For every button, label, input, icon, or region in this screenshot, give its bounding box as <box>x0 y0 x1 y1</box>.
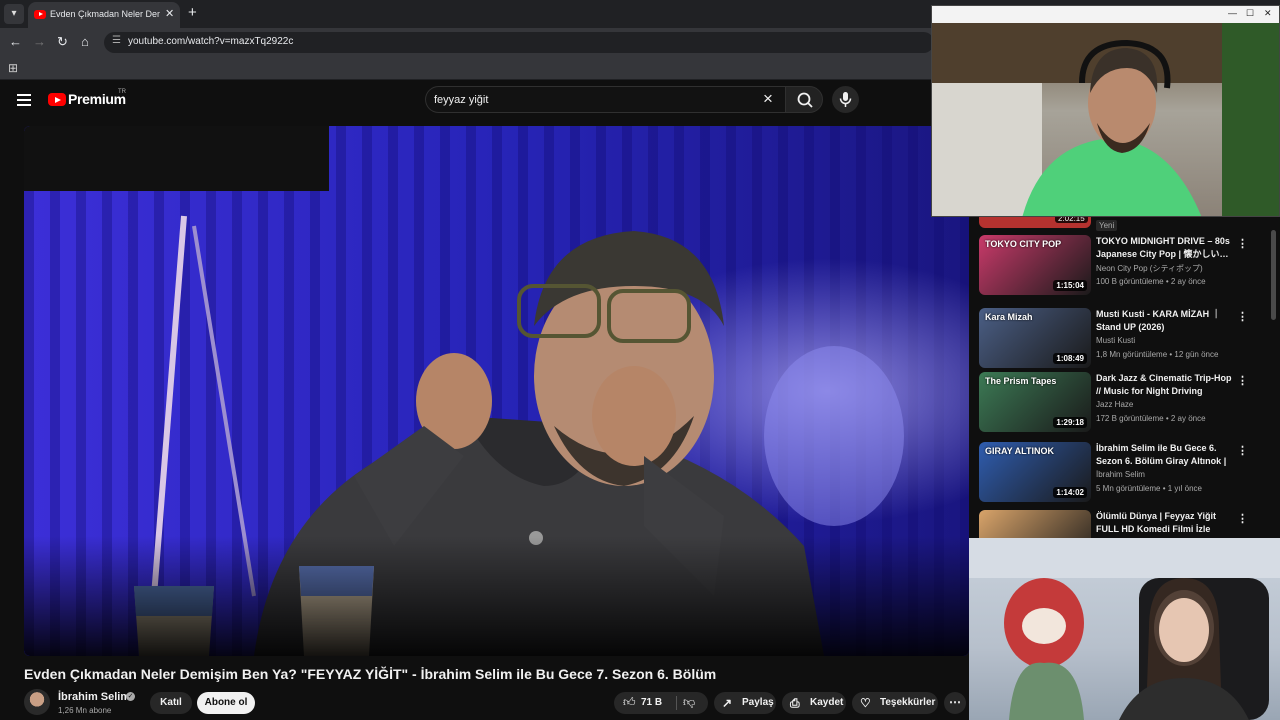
minimize-icon[interactable]: — <box>1228 8 1237 18</box>
recommendation-meta: 100 B görüntüleme • 2 ay önce <box>1096 277 1206 286</box>
mic-icon <box>839 92 852 107</box>
search-icon <box>797 92 813 108</box>
recommendation-thumbnail[interactable]: GIRAY ALTINOK 1:14:02 <box>979 442 1091 502</box>
thumbnail-text: The Prism Tapes <box>985 376 1057 386</box>
back-arrow-icon[interactable]: ← <box>9 34 22 49</box>
video-title: Evden Çıkmadan Neler Demişim Ben Ya? "FE… <box>24 666 717 682</box>
save-label: Kaydet <box>810 697 844 708</box>
recommendation-item[interactable]: Kara Mizah 1:08:49 Musti Kusti - KARA MİZA… <box>979 308 1259 368</box>
thumbs-down-icon[interactable]: 👎︎ <box>683 695 695 710</box>
close-icon[interactable]: ✕ <box>1264 8 1272 19</box>
like-divider <box>676 696 677 710</box>
youtube-logo-icon[interactable] <box>48 93 66 106</box>
thumbs-up-icon[interactable]: 👍︎ <box>623 695 636 710</box>
recommendation-title[interactable]: TOKYO MIDNIGHT DRIVE – 80s Japanese City… <box>1096 235 1234 261</box>
video-duration: 1:08:49 <box>1053 353 1087 364</box>
logo-region-code: TR <box>118 89 126 95</box>
share-icon: ↗ <box>722 696 733 710</box>
recommendation-item[interactable]: GIRAY ALTINOK 1:14:02 İbrahim Selim ile Bu… <box>979 442 1259 502</box>
recommendation-meta: 172 B görüntüleme • 2 ay önce <box>1096 414 1206 423</box>
more-vertical-icon[interactable]: ⋮ <box>1237 444 1248 457</box>
more-vertical-icon[interactable]: ⋮ <box>1237 512 1248 525</box>
search-box[interactable]: × <box>425 86 785 113</box>
url-text[interactable]: youtube.com/watch?v=mazxTq2922c <box>128 36 293 47</box>
save-button[interactable]: ⎙ Kaydet <box>782 692 846 714</box>
video-bottom-shadow <box>24 536 969 656</box>
search-button[interactable] <box>785 86 823 113</box>
thumbnail-text: Kara Mizah <box>985 312 1033 322</box>
channel-avatar[interactable] <box>24 689 50 715</box>
thanks-label: Teşekkürler <box>880 697 936 708</box>
new-badge: Yeni <box>1096 220 1118 231</box>
verified-check-icon: ✓ <box>126 692 135 701</box>
webcam-titlebar: — ☐ ✕ <box>932 6 1279 23</box>
share-button[interactable]: ↗ Paylaş <box>714 692 776 714</box>
share-label: Paylaş <box>742 697 774 708</box>
recommendation-title[interactable]: Dark Jazz & Cinematic Trip-Hop // Music … <box>1096 372 1234 398</box>
voice-search-button[interactable] <box>832 86 859 113</box>
scrollbar[interactable] <box>1271 230 1276 320</box>
maximize-icon[interactable]: ☐ <box>1246 8 1254 19</box>
home-icon[interactable]: ⌂ <box>81 34 89 49</box>
thumbnail-text: TOKYO CITY POP <box>985 239 1062 249</box>
recommendation-meta: 5 Mn görüntüleme • 1 yıl önce <box>1096 484 1202 493</box>
recommendation-channel[interactable]: Neon City Pop (シティポップ) <box>1096 263 1203 274</box>
recommendation-meta: 1,8 Mn görüntüleme • 12 gün önce <box>1096 350 1219 359</box>
subscriber-count: 1,26 Mn abone <box>58 706 112 715</box>
youtube-favicon-icon <box>34 10 46 19</box>
webcam-feed-guest <box>969 538 1280 720</box>
clear-search-close-icon[interactable]: × <box>763 89 773 109</box>
channel-name[interactable]: İbrahim Selim <box>58 691 130 703</box>
join-button[interactable]: Katıl <box>150 692 192 714</box>
video-duration: 1:14:02 <box>1053 487 1087 498</box>
thumbnail-text: GIRAY ALTINOK <box>985 446 1055 456</box>
recommendation-title[interactable]: Musti Kusti - KARA MİZAH ｜ Stand UP (202… <box>1096 308 1234 334</box>
recommendation-thumbnail[interactable]: Kara Mizah 1:08:49 <box>979 308 1091 368</box>
more-vertical-icon[interactable]: ⋮ <box>1237 374 1248 387</box>
thanks-button[interactable]: ♡ Teşekkürler <box>852 692 938 714</box>
recommendation-item[interactable]: TOKYO CITY POP 1:15:04 TOKYO MIDNIGHT DRIV… <box>979 235 1259 295</box>
recommendation-item[interactable]: The Prism Tapes 1:29:18 Dark Jazz & Cinema… <box>979 372 1259 432</box>
recommendation-title[interactable]: Ölümlü Dünya | Feyyaz Yiğit FULL HD Kome… <box>1096 510 1234 536</box>
url-omnibox[interactable]: ☰ youtube.com/watch?v=mazxTq2922c <box>104 32 934 53</box>
subscribe-button[interactable]: Abone ol <box>197 692 255 714</box>
recommendation-channel[interactable]: Jazz Haze <box>1096 400 1133 409</box>
browser-tab[interactable]: Evden Çıkmadan Neler Demişim ✕ <box>28 2 180 28</box>
search-input[interactable] <box>434 93 734 107</box>
forward-arrow-icon[interactable]: → <box>33 34 46 49</box>
thanks-icon: ♡ <box>860 696 871 710</box>
recommendation-title[interactable]: İbrahim Selim ile Bu Gece 6. Sezon 6. Bö… <box>1096 442 1234 468</box>
apps-grid-icon[interactable]: ⊞ <box>8 61 18 75</box>
webcam-window[interactable]: — ☐ ✕ <box>931 5 1280 217</box>
recommendation-thumbnail[interactable]: The Prism Tapes 1:29:18 <box>979 372 1091 432</box>
video-duration: 1:29:18 <box>1053 417 1087 428</box>
more-vertical-icon[interactable]: ⋮ <box>1237 310 1248 323</box>
new-tab-plus-icon[interactable]: + <box>188 4 197 21</box>
recommendation-thumbnail[interactable]: TOKYO CITY POP 1:15:04 <box>979 235 1091 295</box>
hamburger-menu-icon[interactable] <box>17 94 31 106</box>
reload-icon[interactable]: ↻ <box>57 34 68 50</box>
tab-search-chevron-down-icon[interactable]: ▾ <box>4 4 24 24</box>
site-info-icon[interactable]: ☰ <box>112 35 121 46</box>
video-player[interactable] <box>24 126 969 656</box>
webcam-feed-streamer <box>932 23 1279 216</box>
tab-close-icon[interactable]: ✕ <box>165 7 174 20</box>
video-duration: 1:15:04 <box>1053 280 1087 291</box>
bookmark-icon: ⎙ <box>790 696 800 710</box>
like-count[interactable]: 71 B <box>641 697 662 708</box>
recommendation-channel[interactable]: İbrahim Selim <box>1096 470 1145 479</box>
recommendation-channel[interactable]: Musti Kusti <box>1096 336 1135 345</box>
more-vertical-icon[interactable]: ⋮ <box>1237 237 1248 250</box>
tab-title: Evden Çıkmadan Neler Demişim <box>50 9 160 19</box>
like-dislike-group: 👍︎ 71 B 👎︎ <box>614 692 708 714</box>
more-horizontal-icon[interactable]: ⋯ <box>944 692 966 714</box>
